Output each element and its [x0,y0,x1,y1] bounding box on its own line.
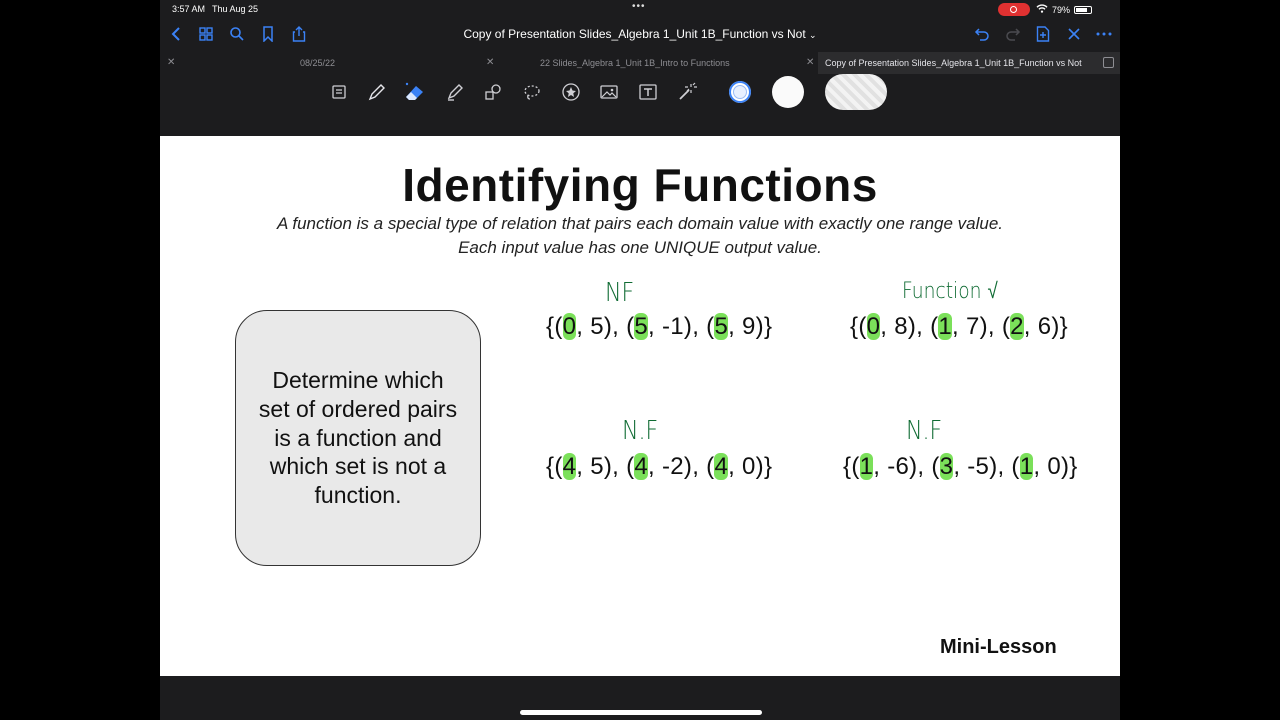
set-text: {( [546,313,563,340]
document-title-text: Copy of Presentation Slides_Algebra 1_Un… [463,27,806,41]
image-icon[interactable] [597,80,621,104]
highlighted-input: 1 [1019,453,1034,480]
highlighted-input: 1 [938,313,953,340]
battery-icon [1074,5,1093,14]
set-text: , 0)} [1033,453,1078,480]
redo-icon[interactable] [1003,24,1023,44]
handwritten-annotation: NF [605,278,635,308]
page-icon[interactable] [327,80,351,104]
handwritten-annotation: N.F [906,416,943,446]
status-indicators: 79% [1036,4,1093,15]
slide[interactable]: Identifying Functions A function is a sp… [160,136,1120,676]
multitasking-dots-icon[interactable]: ••• [632,1,646,12]
set-text: , -6), ( [873,453,940,480]
mini-lesson-label: Mini-Lesson [940,636,1057,658]
status-time: 3:57 AM [172,4,206,14]
handwritten-annotation: Function √ [902,279,998,304]
set-text: , -1), ( [648,313,715,340]
highlighted-input: 5 [634,313,649,340]
set-text: , -2), ( [648,453,715,480]
wifi-icon [1036,4,1048,15]
highlighted-input: 0 [866,313,881,340]
tab-close-icon[interactable]: ✕ [486,57,494,68]
slide-title: Identifying Functions [402,159,878,211]
home-indicator[interactable] [520,710,762,715]
set-text: {( [843,453,860,480]
close-icon[interactable] [1064,24,1084,44]
screen-recording-icon[interactable] [998,3,1030,16]
highlighter-icon[interactable] [443,80,467,104]
task-text: Determine which set of ordered pairs is … [258,366,458,509]
status-date: Thu Aug 25 [212,4,259,14]
tab-close-icon[interactable]: ✕ [167,57,175,68]
function-definition-unique: Each input value has one UNIQUE output v… [458,238,822,257]
highlighted-input: 0 [562,313,577,340]
set-text: , 7), ( [952,313,1011,340]
highlighted-input: 1 [859,453,874,480]
status-bar: 3:57 AM Thu Aug 25 ••• 79% [160,0,1120,18]
set-text: , -5), ( [953,453,1020,480]
undo-icon[interactable] [972,24,992,44]
tab-0825[interactable]: 08/25/22 [300,52,335,74]
stroke-size-preview[interactable] [825,74,887,110]
chevron-down-icon: ⌄ [809,30,817,40]
set-text: {( [546,453,563,480]
battery-percent: 79% [1052,4,1071,15]
highlighted-input: 2 [1010,313,1024,340]
task-box: Determine which set of ordered pairs is … [235,310,481,566]
ordered-pair-set: {(4, 5), (4, -2), (4, 0)} [546,453,772,481]
set-text: , 6)} [1023,313,1068,340]
highlighted-input: 4 [634,453,649,480]
set-text: , 9)} [728,313,773,340]
ordered-pair-set: {(0, 8), (1, 7), (2, 6)} [850,313,1068,341]
highlighted-input: 5 [714,313,729,340]
function-definition: A function is a special type of relation… [276,214,1004,233]
ordered-pair-set: {(0, 5), (5, -1), (5, 9)} [546,313,772,341]
tab-label: 08/25/22 [300,58,336,68]
pen-icon[interactable] [365,80,389,104]
set-text: {( [850,313,867,340]
textbox-icon[interactable] [636,80,660,104]
shapes-icon[interactable] [481,80,505,104]
highlighted-input: 4 [714,453,729,480]
tab-label: Copy of Presentation Slides_Algebra 1_Un… [825,58,1082,68]
set-text: , 5), ( [576,313,635,340]
tab-label: 22 Slides_Algebra 1_Unit 1B_Intro to Fun… [540,58,730,68]
color-swatch-white[interactable] [772,76,804,108]
color-swatch-blue[interactable] [729,81,751,103]
tab-close-icon[interactable]: ✕ [806,57,814,68]
set-text: , 0)} [728,453,773,480]
highlighted-input: 4 [562,453,577,480]
laser-pointer-icon[interactable] [675,80,699,104]
tab-bar: ✕ 08/25/22 ✕ 22 Slides_Algebra 1_Unit 1B… [160,52,1120,74]
sticker-icon[interactable] [559,80,583,104]
nav-bar: Copy of Presentation Slides_Algebra 1_Un… [160,18,1120,52]
lasso-icon[interactable] [520,80,544,104]
split-view-icon[interactable] [1103,57,1114,68]
tab-intro-to-functions[interactable]: 22 Slides_Algebra 1_Unit 1B_Intro to Fun… [540,52,730,74]
tab-function-vs-not[interactable]: Copy of Presentation Slides_Algebra 1_Un… [818,52,1120,74]
set-text: , 5), ( [576,453,635,480]
set-text: , 8), ( [880,313,939,340]
ordered-pair-set: {(1, -6), (3, -5), (1, 0)} [843,453,1078,481]
tool-bar [160,74,1120,110]
eraser-icon[interactable] [403,80,427,104]
highlighted-input: 3 [939,453,954,480]
handwritten-annotation: N.F [622,416,659,446]
add-page-icon[interactable] [1033,24,1053,44]
ipad-screen: 3:57 AM Thu Aug 25 ••• 79% Copy of Prese… [160,0,1120,720]
more-options-icon[interactable] [1094,24,1114,44]
